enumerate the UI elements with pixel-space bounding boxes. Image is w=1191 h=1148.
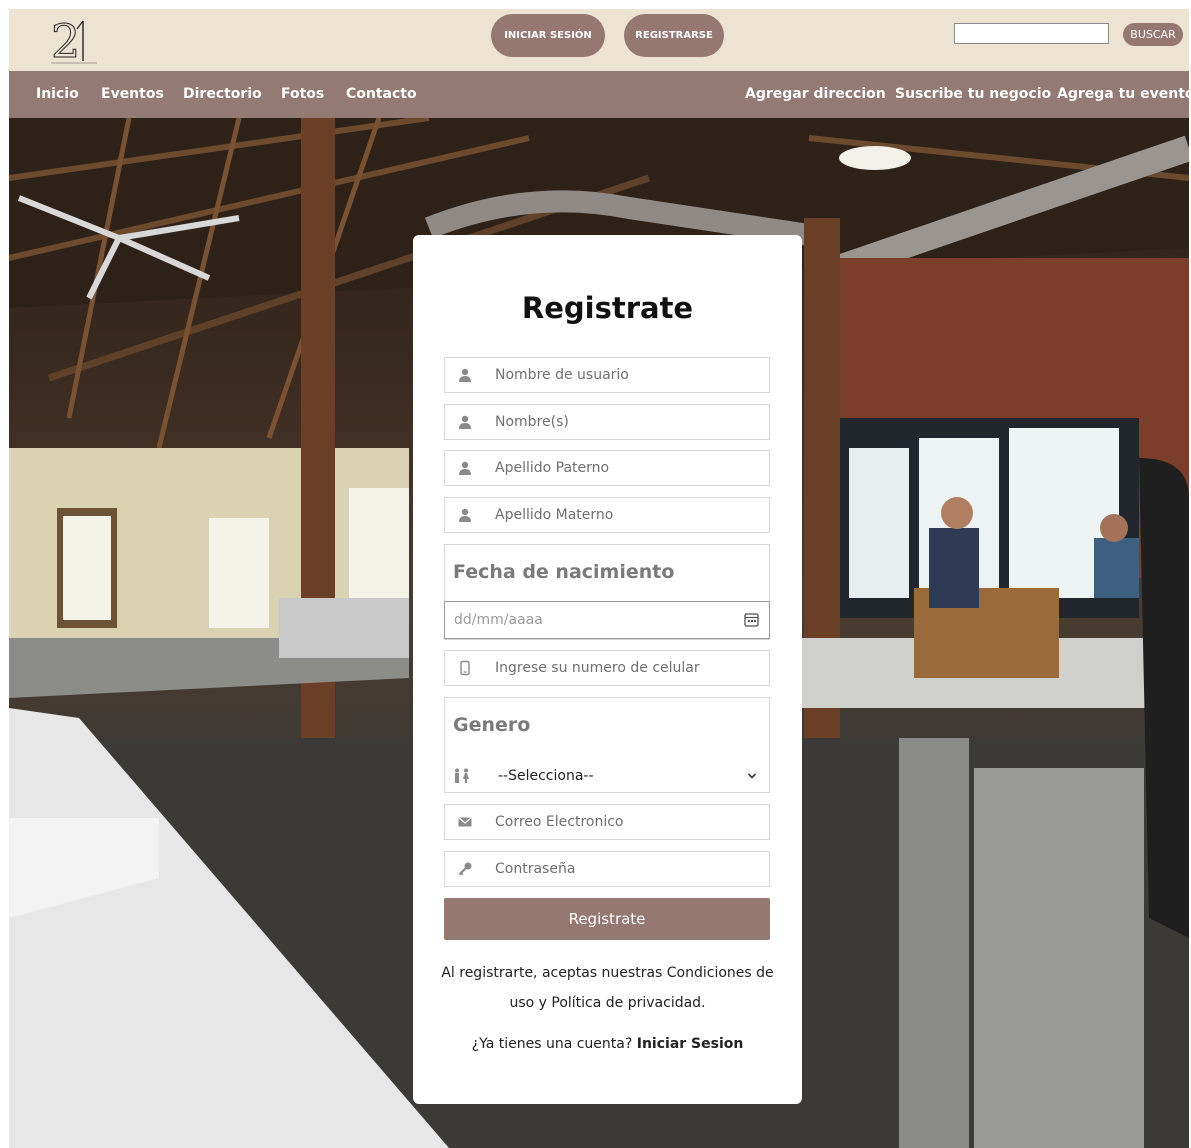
main-nav: Inicio Eventos Directorio Fotos Contacto… [9,71,1189,118]
name-placeholder: Nombre(s) [495,414,569,430]
register-title: Registrate [521,291,694,325]
birthdate-input[interactable]: dd/mm/aaaa [444,601,770,639]
gender-block: Genero --Selecciona-- [444,697,770,793]
paternal-surname-placeholder: Apellido Paterno [495,460,610,476]
email-field[interactable]: Correo Electronico [444,804,770,840]
login-link[interactable]: Iniciar Sesion [637,1036,744,1052]
birthdate-label: Fecha de nacimiento [453,561,675,583]
calendar-icon[interactable] [744,612,759,627]
name-field[interactable]: Nombre(s) [444,404,770,440]
username-placeholder: Nombre de usuario [495,367,629,383]
nav-item-eventos[interactable]: Eventos [101,71,164,118]
chevron-down-icon [747,773,757,779]
gender-selected-value: --Selecciona-- [498,768,594,784]
login-button[interactable]: INICIAR SESIÓN [491,14,605,57]
maternal-surname-placeholder: Apellido Materno [495,507,614,523]
nav-item-suscribe-negocio[interactable]: Suscribe tu negocio [895,71,1051,118]
register-button[interactable]: REGISTRARSE [624,14,724,57]
logo-icon[interactable]: 2 [49,15,101,67]
key-icon [458,862,472,876]
user-icon [459,368,471,382]
top-bar: 2 INICIAR SESIÓN REGISTRARSE BUSCAR [9,9,1189,71]
phone-field[interactable]: Ingrese su numero de celular [444,650,770,686]
paternal-surname-field[interactable]: Apellido Paterno [444,450,770,486]
maternal-surname-field[interactable]: Apellido Materno [444,497,770,533]
gender-label: Genero [453,714,531,736]
register-submit-button[interactable]: Registrate [444,898,770,940]
gender-select[interactable]: --Selecciona-- [445,760,769,792]
search-button[interactable]: BUSCAR [1123,23,1183,46]
username-field[interactable]: Nombre de usuario [444,357,770,393]
hero-background: Registrate Nombre de usuario Nombre(s) A… [9,118,1189,1148]
gender-icon [455,768,469,783]
phone-placeholder: Ingrese su numero de celular [495,660,700,676]
user-icon [459,461,471,475]
register-card: Registrate Nombre de usuario Nombre(s) A… [413,235,802,1104]
nav-item-fotos[interactable]: Fotos [281,71,324,118]
email-placeholder: Correo Electronico [495,814,624,830]
birthdate-placeholder: dd/mm/aaaa [454,612,543,628]
nav-item-inicio[interactable]: Inicio [36,71,79,118]
nav-item-directorio[interactable]: Directorio [183,71,262,118]
search-input[interactable] [954,23,1109,44]
nav-item-agregar-direccion[interactable]: Agregar direccion [745,71,886,118]
mobile-phone-icon [460,660,470,676]
password-field[interactable]: Contraseña [444,851,770,887]
nav-item-contacto[interactable]: Contacto [346,71,417,118]
user-icon [459,415,471,429]
nav-item-agrega-evento[interactable]: Agrega tu evento [1057,71,1189,118]
terms-text: Al registrarte, aceptas nuestras Condici… [441,965,774,1011]
password-placeholder: Contraseña [495,861,576,877]
svg-text:2: 2 [51,15,80,67]
have-account-text: ¿Ya tienes una cuenta? [471,1036,633,1052]
have-account-line: ¿Ya tienes una cuenta? Iniciar Sesion [413,1036,802,1052]
page-frame: 2 INICIAR SESIÓN REGISTRARSE BUSCAR Inic… [9,9,1189,1148]
user-icon [459,508,471,522]
envelope-icon [458,817,472,827]
